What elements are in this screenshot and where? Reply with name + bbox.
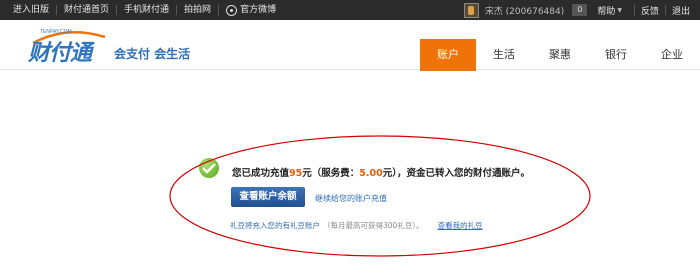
recharge-amount: 95 (289, 168, 303, 179)
nav-life[interactable]: 生活 (476, 39, 532, 71)
bean-note-limit: （每月最高可获得300礼豆）。 (323, 221, 424, 230)
nav-account[interactable]: 账户 (420, 39, 476, 71)
tenpay-home-link[interactable]: 财付通首页 (57, 5, 118, 15)
nav-deals[interactable]: 聚惠 (532, 39, 588, 71)
paipai-link[interactable]: 拍拍网 (177, 5, 220, 15)
slogan: 会支付 会生活 (114, 47, 191, 61)
weibo-label: 官方微博 (240, 5, 277, 15)
nav-business[interactable]: 企业 (644, 39, 700, 71)
avatar[interactable] (463, 2, 479, 18)
nav-bank[interactable]: 银行 (588, 39, 644, 71)
view-beans-link[interactable]: 查看我的礼豆 (438, 221, 483, 230)
logout-link[interactable]: 退出 (672, 4, 690, 17)
continue-recharge-link[interactable]: 继续给您的账户充值 (315, 193, 387, 204)
chevron-down-icon: ▼ (617, 6, 622, 14)
header: TENPAY.COM 财付通 会支付 会生活 账户 生活 聚惠 银行 企业 (0, 20, 700, 71)
msg-mid1: 元（服务费： (302, 168, 360, 179)
official-weibo-link[interactable]: 官方微博 (219, 4, 283, 16)
top-bar: 进入旧版 财付通首页 手机财付通 拍拍网 官方微博 宋杰 (200676484)… (0, 0, 700, 20)
msg-mid2: 元），资金已转入您的财付通账户。 (382, 168, 530, 179)
msg-prefix: 您已成功充值 (232, 168, 290, 179)
divider (633, 5, 635, 15)
main-nav: 账户 生活 聚惠 银行 企业 (420, 39, 700, 71)
old-version-link[interactable]: 进入旧版 (6, 5, 58, 15)
help-label: 帮助 (597, 6, 616, 17)
mobile-tenpay-link[interactable]: 手机财付通 (117, 5, 178, 15)
weibo-icon (226, 4, 238, 16)
divider (664, 5, 666, 15)
success-check-icon (199, 158, 219, 178)
help-menu[interactable]: 帮助 ▼ (597, 4, 622, 17)
logo[interactable]: 财付通 (28, 35, 92, 67)
user-area: 宋杰 (200676484) 0 帮助 ▼ 反馈 退出 (463, 0, 696, 20)
view-balance-button[interactable]: 查看账户余额 (231, 187, 305, 207)
success-message: 您已成功充值95元（服务费：5.00元），资金已转入您的财付通账户。 (232, 165, 530, 179)
bean-note: 礼豆将充入您的有礼豆账户 （每月最高可获得300礼豆）。 查看我的礼豆 (230, 220, 483, 231)
feedback-link[interactable]: 反馈 (641, 4, 659, 17)
message-count-badge[interactable]: 0 (572, 4, 588, 16)
user-name[interactable]: 宋杰 (200676484) (485, 4, 564, 17)
top-links: 进入旧版 财付通首页 手机财付通 拍拍网 官方微博 (6, 0, 283, 20)
bean-note-text: 礼豆将充入您的有礼豆账户 (230, 221, 320, 230)
service-fee: 5.00 (359, 168, 383, 179)
